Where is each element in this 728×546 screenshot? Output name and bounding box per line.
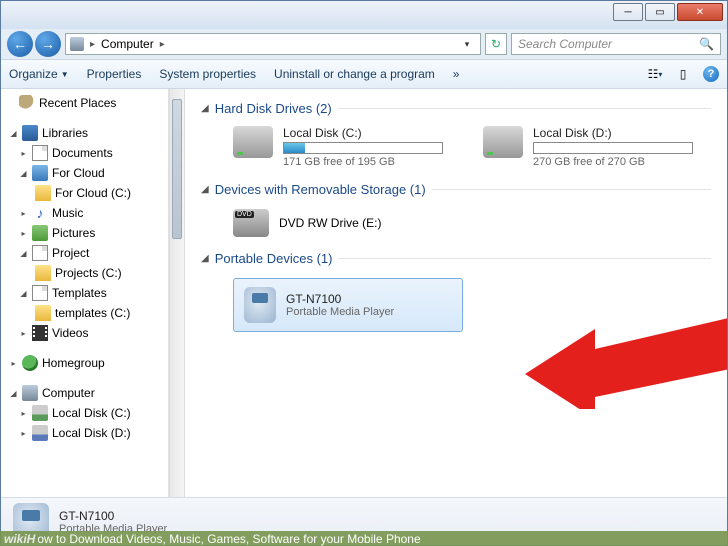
- portable-media-player-icon: [244, 287, 276, 323]
- videos-icon: [32, 325, 48, 341]
- view-options-icon[interactable]: ☷▾: [647, 66, 663, 82]
- sidebar-item-local-c[interactable]: ▸Local Disk (C:): [1, 403, 168, 423]
- toolbar-more[interactable]: »: [453, 67, 460, 81]
- address-dropdown-icon[interactable]: ▾: [458, 39, 476, 50]
- sidebar-item-documents[interactable]: ▸Documents: [1, 143, 168, 163]
- homegroup-icon: [22, 355, 38, 371]
- music-icon: ♪: [32, 205, 48, 221]
- cloud-icon: [32, 165, 48, 181]
- search-input[interactable]: Search Computer 🔍: [511, 33, 721, 55]
- sidebar-item-forcloud-c[interactable]: For Cloud (C:): [1, 183, 168, 203]
- nav-arrows: ← →: [7, 31, 61, 57]
- hard-drive-icon: [233, 126, 273, 158]
- computer-icon: [22, 385, 38, 401]
- content-pane: ◢ Hard Disk Drives (2) Local Disk (C:) 1…: [185, 89, 727, 497]
- collapse-icon[interactable]: ◢: [9, 129, 18, 138]
- drive-usage-bar: [283, 142, 443, 154]
- sidebar-item-music[interactable]: ▸♪Music: [1, 203, 168, 223]
- wikihow-caption: wikiHow to Download Videos, Music, Games…: [0, 531, 728, 546]
- breadcrumb-chevron-icon[interactable]: ▸: [90, 39, 95, 50]
- dvd-drive-icon: DVD: [233, 209, 269, 237]
- refresh-button[interactable]: ↻: [485, 33, 507, 55]
- search-placeholder: Search Computer: [518, 37, 612, 51]
- titlebar: ─ ▭ ✕: [1, 1, 727, 29]
- sidebar-item-templates[interactable]: ◢Templates: [1, 283, 168, 303]
- drive-dvd[interactable]: DVD DVD RW Drive (E:): [233, 209, 381, 237]
- address-bar[interactable]: ▸ Computer ▸ ▾: [65, 33, 481, 55]
- sidebar-item-local-d[interactable]: ▸Local Disk (D:): [1, 423, 168, 443]
- navigation-pane: Recent Places ◢Libraries ▸Documents ◢For…: [1, 89, 169, 497]
- sidebar-item-pictures[interactable]: ▸Pictures: [1, 223, 168, 243]
- system-properties-button[interactable]: System properties: [159, 67, 256, 81]
- drive-local-c[interactable]: Local Disk (C:) 171 GB free of 195 GB: [233, 126, 443, 168]
- sidebar-item-forcloud[interactable]: ◢For Cloud: [1, 163, 168, 183]
- explorer-window: ─ ▭ ✕ ← → ▸ Computer ▸ ▾ ↻ Search Comput…: [0, 0, 728, 546]
- drive-icon: [32, 425, 48, 441]
- project-icon: [32, 245, 48, 261]
- scrollbar-thumb[interactable]: [172, 99, 182, 239]
- recent-places-icon: [19, 95, 35, 111]
- drive-local-d[interactable]: Local Disk (D:) 270 GB free of 270 GB: [483, 126, 693, 168]
- sidebar-scrollbar[interactable]: [169, 89, 185, 497]
- breadcrumb-location[interactable]: Computer: [101, 37, 154, 51]
- back-button[interactable]: ←: [7, 31, 33, 57]
- close-button[interactable]: ✕: [677, 3, 723, 21]
- search-icon: 🔍: [699, 37, 714, 51]
- sidebar-item-project[interactable]: ◢Project: [1, 243, 168, 263]
- sidebar-item-homegroup[interactable]: ▸Homegroup: [1, 353, 168, 373]
- pictures-icon: [32, 225, 48, 241]
- help-icon[interactable]: ?: [703, 66, 719, 82]
- section-removable-storage[interactable]: ◢ Devices with Removable Storage (1): [201, 182, 711, 197]
- explorer-body: Recent Places ◢Libraries ▸Documents ◢For…: [1, 89, 727, 497]
- minimize-button[interactable]: ─: [613, 3, 643, 21]
- hard-drive-icon: [483, 126, 523, 158]
- sidebar-item-templates-c[interactable]: templates (C:): [1, 303, 168, 323]
- folder-icon: [35, 265, 51, 281]
- sidebar-item-libraries[interactable]: ◢Libraries: [1, 123, 168, 143]
- organize-menu[interactable]: Organize▼: [9, 67, 69, 81]
- section-portable-devices[interactable]: ◢ Portable Devices (1): [201, 251, 711, 266]
- folder-icon: [35, 185, 51, 201]
- uninstall-button[interactable]: Uninstall or change a program: [274, 67, 435, 81]
- preview-pane-icon[interactable]: ▯: [675, 66, 691, 82]
- maximize-button[interactable]: ▭: [645, 3, 675, 21]
- computer-icon: [70, 37, 84, 51]
- sidebar-item-computer[interactable]: ◢Computer: [1, 383, 168, 403]
- libraries-icon: [22, 125, 38, 141]
- sidebar-item-videos[interactable]: ▸Videos: [1, 323, 168, 343]
- collapse-icon[interactable]: ◢: [201, 184, 209, 195]
- collapse-icon[interactable]: ◢: [201, 103, 209, 114]
- address-row: ← → ▸ Computer ▸ ▾ ↻ Search Computer 🔍: [1, 29, 727, 59]
- section-hard-disk-drives[interactable]: ◢ Hard Disk Drives (2): [201, 101, 711, 116]
- sidebar-item-projects-c[interactable]: Projects (C:): [1, 263, 168, 283]
- chevron-down-icon: ▼: [61, 70, 69, 79]
- templates-icon: [32, 285, 48, 301]
- portable-device-gt-n7100[interactable]: GT-N7100 Portable Media Player: [233, 278, 463, 332]
- toolbar: Organize▼ Properties System properties U…: [1, 59, 727, 89]
- drive-usage-bar: [533, 142, 693, 154]
- sidebar-item-recent[interactable]: Recent Places: [1, 93, 168, 113]
- documents-icon: [32, 145, 48, 161]
- breadcrumb-chevron-icon[interactable]: ▸: [160, 39, 165, 50]
- forward-button[interactable]: →: [35, 31, 61, 57]
- properties-button[interactable]: Properties: [87, 67, 142, 81]
- collapse-icon[interactable]: ◢: [201, 253, 209, 264]
- drive-icon: [32, 405, 48, 421]
- folder-icon: [35, 305, 51, 321]
